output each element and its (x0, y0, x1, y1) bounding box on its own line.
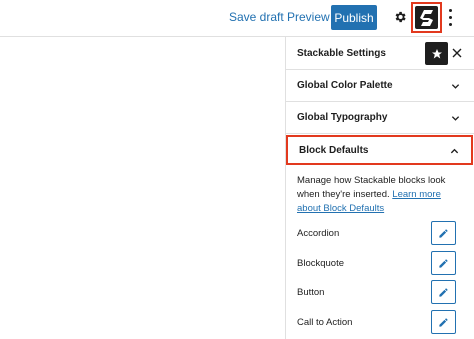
panel-block-defaults[interactable]: Block Defaults (286, 135, 473, 165)
sidebar-header: Stackable Settings (286, 37, 474, 70)
block-defaults-description: Manage how Stackable blocks look when th… (286, 165, 474, 216)
editor-toolbar: Save draft Preview Publish (0, 0, 474, 37)
close-icon[interactable] (452, 45, 464, 61)
panel-global-typography[interactable]: Global Typography (286, 102, 474, 134)
save-draft-button[interactable]: Save draft (229, 10, 284, 24)
preview-button[interactable]: Preview (287, 10, 330, 24)
chevron-down-icon (451, 116, 460, 121)
panel-label: Global Color Palette (297, 80, 393, 91)
block-label: Accordion (297, 227, 340, 239)
block-default-row-blockquote: Blockquote (297, 251, 456, 275)
block-label: Button (297, 286, 325, 298)
chevron-down-icon (451, 84, 460, 89)
block-label: Call to Action (297, 316, 353, 328)
block-default-row-button: Button (297, 280, 456, 304)
stackable-settings-sidebar: Stackable Settings Global Color Palette … (285, 37, 474, 339)
block-label: Blockquote (297, 257, 345, 269)
stackable-logo-icon (415, 6, 438, 29)
edit-pencil-icon[interactable] (431, 251, 456, 275)
panel-global-color-palette[interactable]: Global Color Palette (286, 70, 474, 102)
panel-label: Block Defaults (299, 144, 369, 156)
block-default-row-accordion: Accordion (297, 221, 456, 245)
more-options-icon[interactable] (445, 9, 455, 26)
sidebar-title: Stackable Settings (297, 47, 386, 59)
stackable-settings-button[interactable] (411, 2, 442, 33)
chevron-up-icon (450, 148, 459, 154)
publish-button[interactable]: Publish (331, 5, 377, 30)
panel-label: Global Typography (297, 112, 388, 123)
settings-gear-icon[interactable] (392, 9, 408, 25)
star-icon[interactable] (425, 42, 448, 65)
edit-pencil-icon[interactable] (431, 310, 456, 334)
block-default-row-call-to-action: Call to Action (297, 310, 456, 334)
edit-pencil-icon[interactable] (431, 280, 456, 304)
edit-pencil-icon[interactable] (431, 221, 456, 245)
